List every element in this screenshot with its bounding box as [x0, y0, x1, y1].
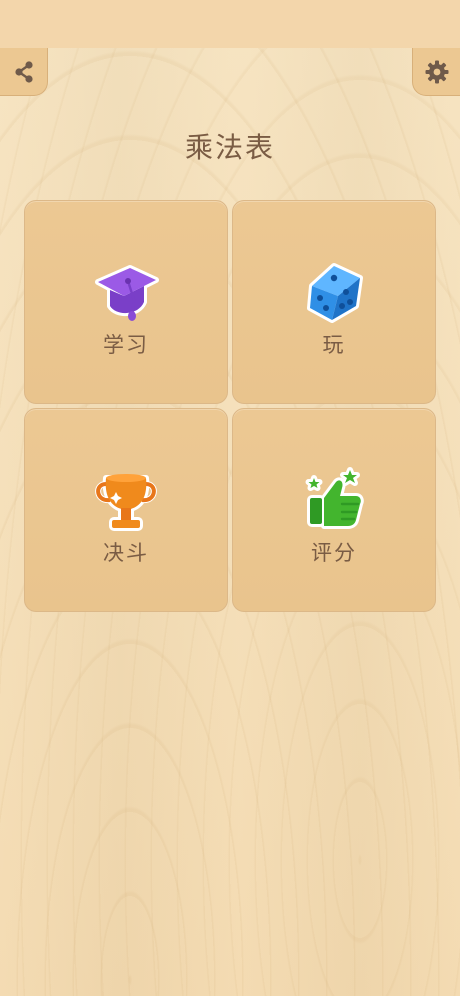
graduation-cap-icon	[90, 256, 162, 328]
rate-tile[interactable]: 评分	[232, 408, 436, 612]
duel-tile[interactable]: 决斗	[24, 408, 228, 612]
main-menu: 学习 玩 决斗 评分	[24, 200, 436, 612]
settings-button[interactable]	[412, 48, 460, 96]
share-icon	[11, 59, 37, 85]
gear-icon	[424, 59, 450, 85]
play-label: 玩	[322, 333, 346, 357]
page-title: 乘法表	[184, 131, 275, 164]
share-button[interactable]	[0, 48, 48, 96]
thumbs-up-icon	[298, 464, 370, 536]
dice-icon	[298, 256, 370, 328]
play-tile[interactable]: 玩	[232, 200, 436, 404]
learn-label: 学习	[103, 333, 149, 357]
rate-label: 评分	[311, 541, 357, 565]
status-bar-area	[0, 0, 460, 48]
learn-tile[interactable]: 学习	[24, 200, 228, 404]
duel-label: 决斗	[103, 541, 149, 565]
trophy-icon	[90, 464, 162, 536]
